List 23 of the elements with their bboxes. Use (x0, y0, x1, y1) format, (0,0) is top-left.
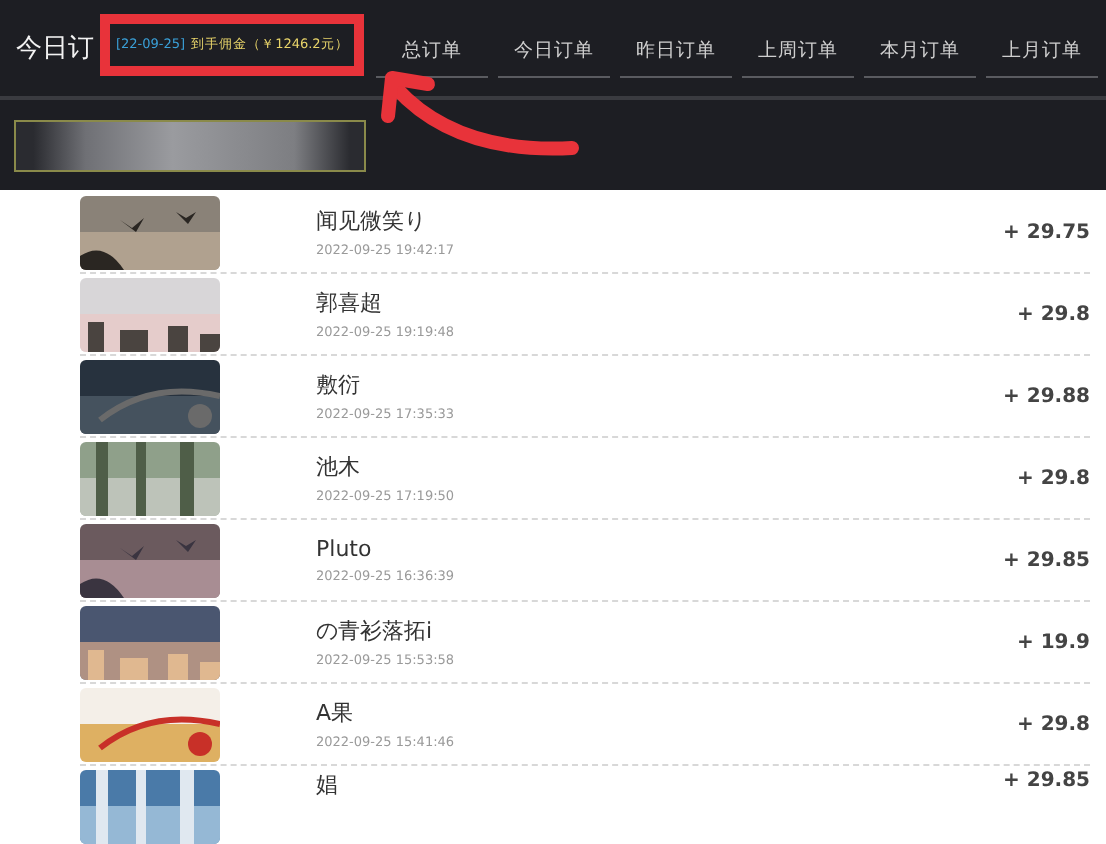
filter-tab[interactable]: 上月订单 (986, 18, 1098, 78)
customer-name: 郭喜超 (316, 288, 384, 318)
filter-tab[interactable]: 本月订单 (864, 18, 976, 78)
customer-name: の青衫落拓i (316, 616, 435, 646)
customer-name: A果 (316, 698, 356, 728)
filter-tab[interactable]: 昨日订单 (620, 18, 732, 78)
customer-name: Pluto (316, 536, 374, 562)
commission-amount: + 29.85 (1003, 770, 1090, 792)
commission-amount: + 29.8 (1016, 467, 1090, 489)
customer-name: 闻见微笑り (316, 206, 428, 236)
commission-amount: + 29.85 (1003, 549, 1090, 571)
customer-name: 池木 (316, 452, 362, 482)
commission-amount: + 29.75 (1003, 221, 1090, 243)
page-title: 今日订 (16, 32, 94, 66)
customer-name: 敷衍 (316, 370, 362, 400)
filter-tab[interactable]: 今日订单 (498, 18, 610, 78)
filter-tab[interactable]: 总订单 (376, 18, 488, 78)
filter-tab[interactable]: 上周订单 (742, 18, 854, 78)
commission-amount: + 29.88 (1003, 385, 1090, 407)
commission-amount: + 19.9 (1016, 631, 1090, 653)
commission-amount: + 29.8 (1016, 713, 1090, 735)
customer-name: 娼 (316, 770, 338, 800)
commission-amount: + 29.8 (1016, 303, 1090, 325)
